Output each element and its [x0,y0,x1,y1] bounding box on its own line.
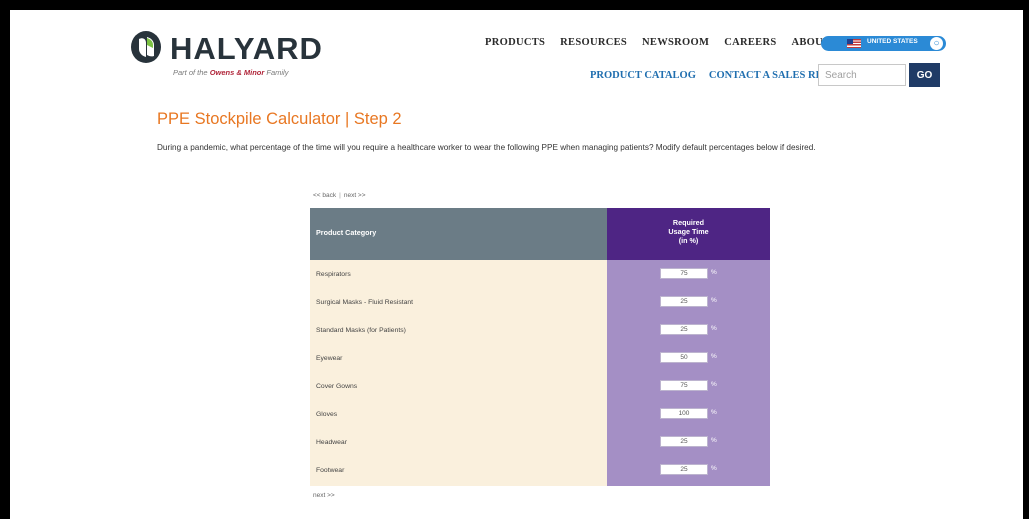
percent-sign: % [711,325,717,332]
next-link-bottom[interactable]: next >> [313,492,335,499]
percent-sign: % [711,353,717,360]
back-link[interactable]: << back [313,192,336,199]
country-label: UNITED STATES [867,38,918,45]
halyard-logo-icon [131,31,161,63]
table-row: Surgical Masks - Fluid Resistant % [310,290,770,317]
percent-sign: % [711,465,717,472]
cover-gowns-percent-input[interactable] [660,380,708,391]
nav-product-catalog[interactable]: PRODUCT CATALOG [590,70,696,81]
search-input[interactable] [818,64,906,86]
nav-resources[interactable]: RESOURCES [560,37,627,48]
nav-contact-sales-rep[interactable]: CONTACT A SALES REP [709,70,829,81]
percent-sign: % [711,437,717,444]
screenshot-border-right [1023,0,1029,519]
brand-name: HALYARD [170,31,323,66]
header-product-category: Product Category [310,208,607,260]
globe-icon: ○ [930,37,943,50]
percent-sign: % [711,269,717,276]
nav-newsroom[interactable]: NEWSROOM [642,37,709,48]
brand-tagline: Part of the Owens & Minor Family [173,68,289,77]
row-label-eyewear: Eyewear [316,355,343,362]
row-label-cover-gowns: Cover Gowns [316,383,358,390]
table-row: Respirators % [310,262,770,289]
step-navigation-top: << back | next >> [313,192,366,199]
table-row: Footwear % [310,458,770,485]
search-go-button[interactable]: GO [909,63,940,87]
headwear-percent-input[interactable] [660,436,708,447]
us-flag-icon [847,39,861,48]
surgical-masks-percent-input[interactable] [660,296,708,307]
row-label-gloves: Gloves [316,411,338,418]
header-required-usage: Required Usage Time (in %) [607,208,770,260]
percent-sign: % [711,297,717,304]
table-body: Respirators % Surgical Masks - Fluid Res… [310,260,770,486]
ppe-calculator-table: Product Category Required Usage Time (in… [310,208,770,486]
link-separator: | [339,192,341,199]
gloves-percent-input[interactable] [660,408,708,419]
percent-sign: % [711,381,717,388]
table-row: Gloves % [310,402,770,429]
respirators-percent-input[interactable] [660,268,708,279]
row-label-headwear: Headwear [316,439,347,446]
screenshot-border-top [0,0,1029,10]
eyewear-percent-input[interactable] [660,352,708,363]
country-selector[interactable]: UNITED STATES ○ [821,36,946,51]
table-row: Eyewear % [310,346,770,373]
next-link-top[interactable]: next >> [344,192,366,199]
page-title: PPE Stockpile Calculator | Step 2 [157,110,402,128]
row-label-respirators: Respirators [316,271,351,278]
row-label-standard-masks: Standard Masks (for Patients) [316,327,406,334]
table-row: Cover Gowns % [310,374,770,401]
table-row: Standard Masks (for Patients) % [310,318,770,345]
standard-masks-percent-input[interactable] [660,324,708,335]
secondary-nav: PRODUCT CATALOG CONTACT A SALES REP [590,70,829,81]
table-row: Headwear % [310,430,770,457]
row-label-footwear: Footwear [316,467,345,474]
row-label-surgical-masks: Surgical Masks - Fluid Resistant [316,299,414,306]
table-header: Product Category Required Usage Time (in… [310,208,770,260]
intro-text: During a pandemic, what percentage of th… [157,143,816,152]
percent-sign: % [711,409,717,416]
screenshot-border-left [0,0,10,519]
nav-careers[interactable]: CAREERS [724,37,776,48]
footwear-percent-input[interactable] [660,464,708,475]
nav-products[interactable]: PRODUCTS [485,37,545,48]
main-nav: PRODUCTS RESOURCES NEWSROOM CAREERS ABOU… [485,37,847,48]
